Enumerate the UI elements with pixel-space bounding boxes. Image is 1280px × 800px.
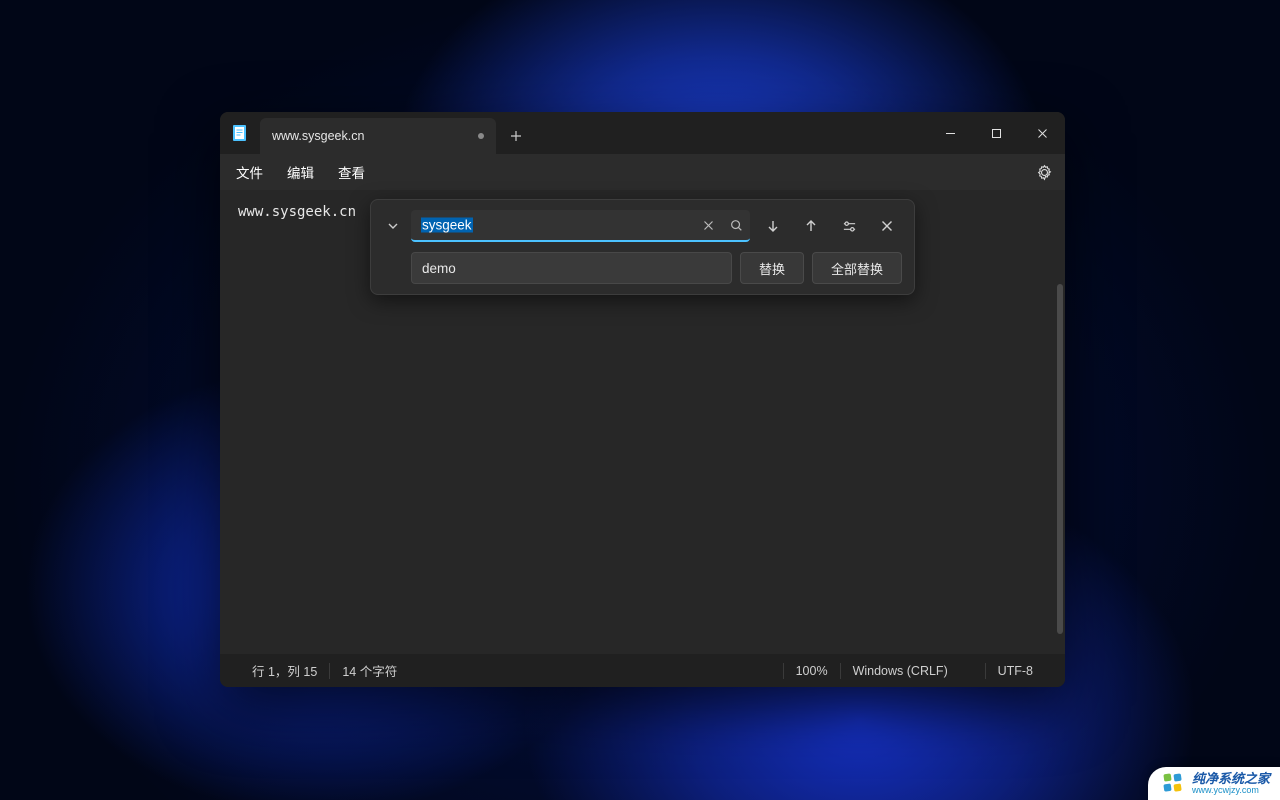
title-bar: www.sysgeek.cn <box>220 112 1065 154</box>
notepad-window: www.sysgeek.cn 文件 编辑 查看 www.sysgeek.cn <box>220 112 1065 687</box>
arrow-up-icon <box>804 219 818 233</box>
arrow-down-icon <box>766 219 780 233</box>
find-next-button[interactable] <box>758 211 788 241</box>
replace-field-wrapper <box>411 252 732 284</box>
find-replace-panel: sysgeek <box>370 199 915 295</box>
close-icon <box>703 220 714 231</box>
replace-input[interactable] <box>412 253 731 283</box>
watermark-logo-icon <box>1162 772 1184 794</box>
cursor-position: 行 1，列 15 <box>242 661 327 680</box>
zoom-level[interactable]: 100% <box>786 664 838 678</box>
unsaved-indicator-icon <box>478 133 484 139</box>
close-icon <box>881 220 893 232</box>
gear-icon <box>1036 164 1053 181</box>
clear-search-button[interactable] <box>694 211 722 239</box>
vertical-scrollbar[interactable] <box>1057 284 1063 634</box>
watermark-url: www.ycwjzy.com <box>1192 786 1270 795</box>
new-tab-button[interactable] <box>496 118 536 154</box>
tab-document[interactable]: www.sysgeek.cn <box>260 118 496 154</box>
collapse-replace-button[interactable] <box>383 212 403 240</box>
close-button[interactable] <box>1019 112 1065 154</box>
minimize-button[interactable] <box>927 112 973 154</box>
editor-area[interactable]: www.sysgeek.cn sysgeek <box>220 190 1065 654</box>
search-button[interactable] <box>722 211 750 239</box>
search-selected-text: sysgeek <box>421 218 473 233</box>
chevron-down-icon <box>387 220 399 232</box>
watermark-title: 纯净系统之家 <box>1192 772 1270 786</box>
search-field-wrapper: sysgeek <box>411 210 750 242</box>
find-previous-button[interactable] <box>796 211 826 241</box>
menu-view[interactable]: 查看 <box>326 156 377 188</box>
char-count: 14 个字符 <box>332 661 407 680</box>
tab-title: www.sysgeek.cn <box>272 129 470 143</box>
menu-file[interactable]: 文件 <box>224 156 275 188</box>
search-icon <box>730 219 743 232</box>
notepad-app-icon <box>220 112 260 154</box>
close-find-panel-button[interactable] <box>872 211 902 241</box>
menu-bar: 文件 编辑 查看 <box>220 154 1065 190</box>
search-options-button[interactable] <box>834 211 864 241</box>
maximize-button[interactable] <box>973 112 1019 154</box>
settings-button[interactable] <box>1027 157 1061 187</box>
encoding: UTF-8 <box>988 664 1043 678</box>
replace-button[interactable]: 替换 <box>740 252 804 284</box>
site-watermark: 纯净系统之家 www.ycwjzy.com <box>1148 767 1280 800</box>
status-bar: 行 1，列 15 14 个字符 100% Windows (CRLF) UTF-… <box>220 654 1065 687</box>
replace-all-button[interactable]: 全部替换 <box>812 252 902 284</box>
line-ending: Windows (CRLF) <box>843 664 983 678</box>
menu-edit[interactable]: 编辑 <box>275 156 326 188</box>
sliders-icon <box>842 219 857 234</box>
